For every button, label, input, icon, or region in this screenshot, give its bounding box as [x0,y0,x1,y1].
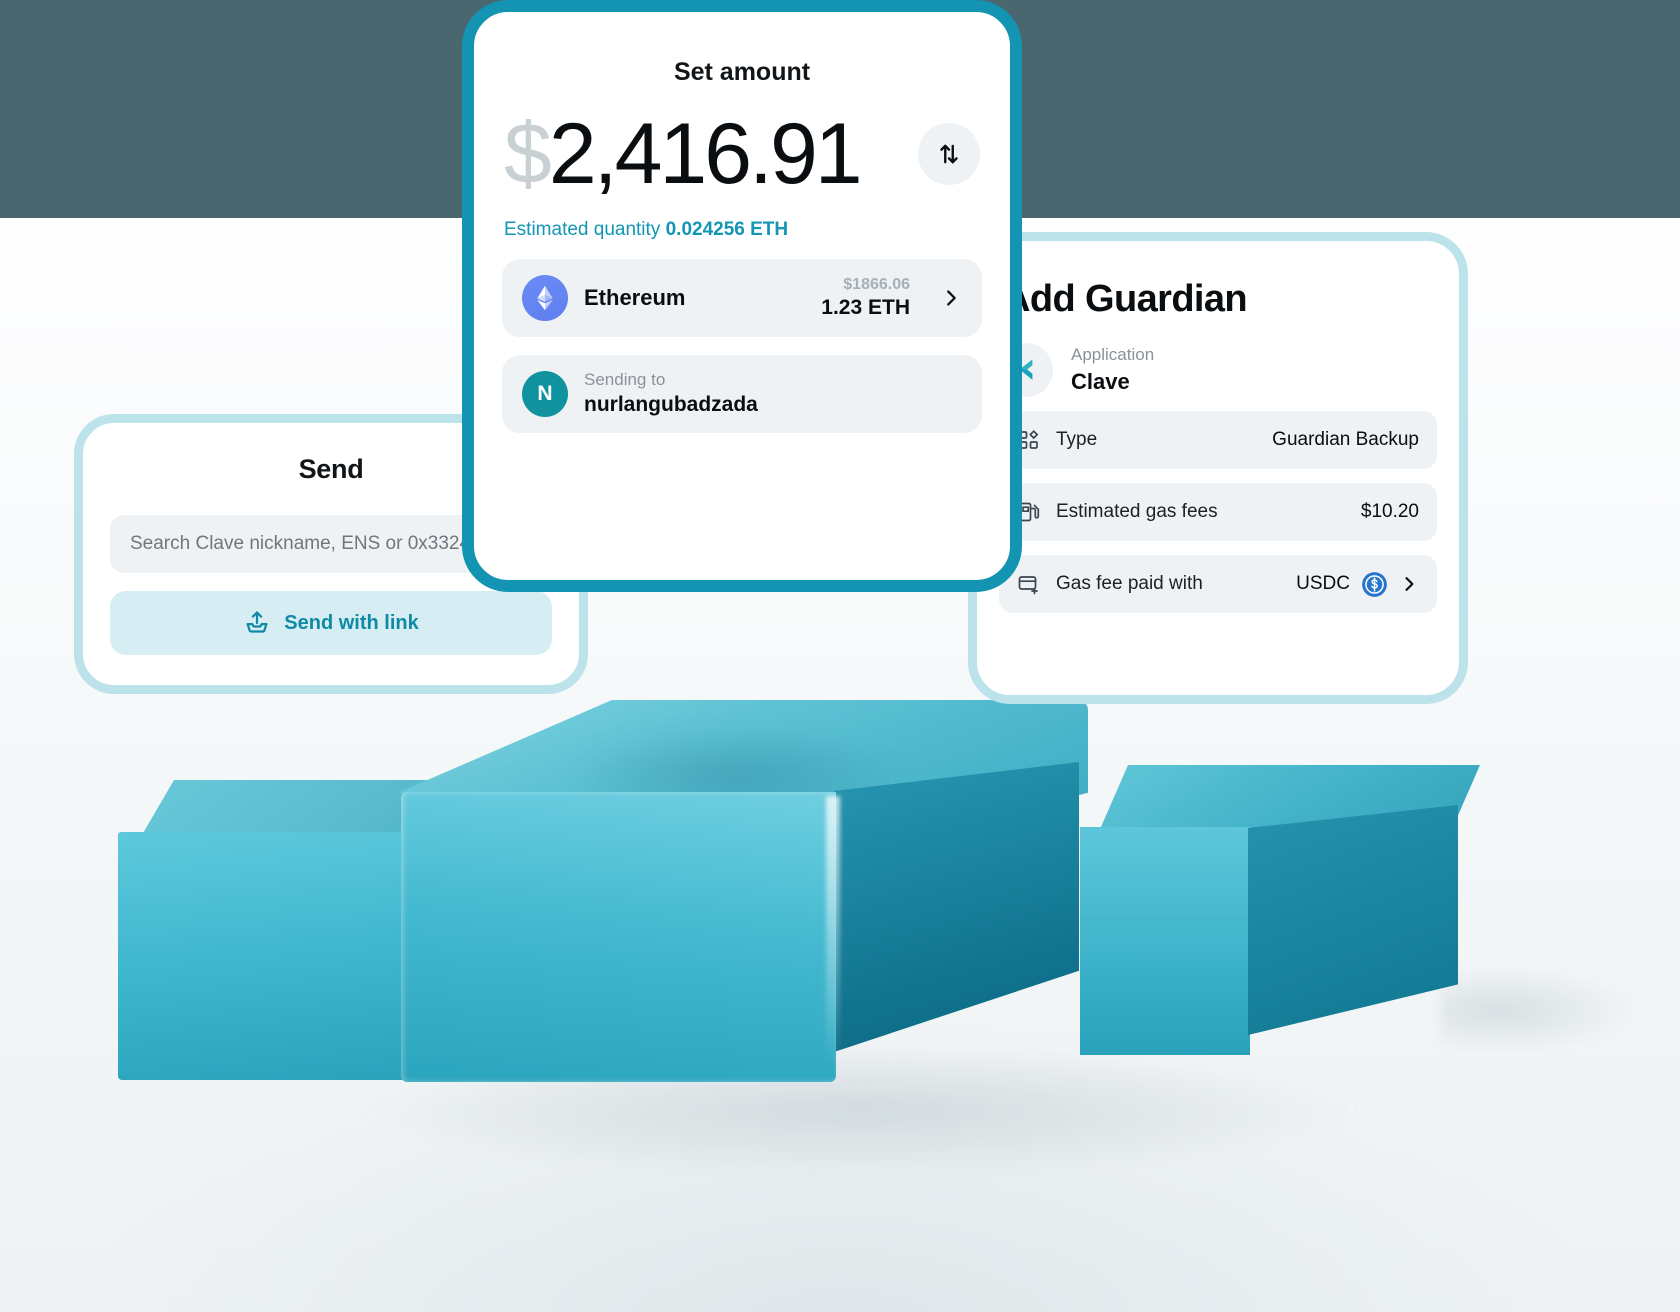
podium-right-shadow [1440,965,1640,1055]
guardian-row-gas-fees-label: Estimated gas fees [1056,501,1218,522]
podium-right-side [1248,805,1458,1035]
guardian-application-row: Application Clave [985,321,1451,397]
estimated-quantity-label: Estimated quantity [504,219,661,240]
podium-center-edge-highlight [826,796,840,1066]
guardian-row-gas-fees-value: $10.20 [1360,501,1419,522]
send-with-link-label: Send with link [284,611,419,634]
guardian-row-gas-paid-with[interactable]: Gas fee paid with USDC [999,555,1437,613]
token-usd-value: $1866.06 [843,275,910,293]
set-amount-card: Set amount $2,416.91 Estimated quantity … [482,20,1002,572]
estimated-quantity: Estimated quantity 0.024256 ETH [482,219,1002,241]
card-plus-icon [1017,572,1041,596]
guardian-row-type-label: Type [1056,429,1098,450]
usdc-coin-icon [1361,571,1388,598]
podium-right-front [1080,827,1250,1055]
guardian-row-type[interactable]: Type Guardian Backup [999,411,1437,469]
avatar: N [522,371,568,417]
podium-center-side [834,762,1079,1052]
scene: Send Search Clave nickname, ENS or 0x332… [0,0,1680,1312]
podium-block-right [1080,765,1640,1055]
add-guardian-card: Add Guardian Application Clave Type Guar… [985,248,1451,688]
guardian-row-gas-paid-with-value: USDC [1296,573,1350,594]
swap-currency-button[interactable] [918,123,980,185]
guardian-application-value: Clave [1071,368,1130,394]
recipient-info: Sending to nurlangubadzada [584,369,758,419]
token-values: $1866.06 1.23 ETH [821,275,910,321]
swap-vertical-arrows-icon [934,139,964,169]
podium-left-front [118,832,423,1080]
chevron-right-icon[interactable] [1399,574,1419,594]
guardian-row-gas-paid-with-label: Gas fee paid with [1056,573,1203,594]
set-amount-title: Set amount [673,58,811,86]
guardian-row-gas-paid-with-value-group: USDC [1296,571,1419,598]
token-balance: 1.23 ETH [821,295,910,319]
guardian-row-gas-fees[interactable]: Estimated gas fees $10.20 [999,483,1437,541]
guardian-row-type-value: Guardian Backup [1272,429,1419,450]
send-with-link-button[interactable]: Send with link [110,591,552,655]
recipient-row[interactable]: N Sending to nurlangubadzada [502,355,982,433]
estimated-quantity-value: 0.024256 ETH [665,219,789,240]
amount-value: 2,416.91 [548,106,863,202]
currency-symbol: $ [504,106,552,202]
amount-display[interactable]: $2,416.91 [504,111,863,197]
ethereum-icon [522,275,568,321]
amount-entry-row: $2,416.91 [482,111,1002,197]
guardian-card-title: Add Guardian [1003,278,1248,320]
token-name: Ethereum [584,285,686,310]
podium-block-center [398,700,1098,1100]
token-selector-row[interactable]: Ethereum $1866.06 1.23 ETH [502,259,982,337]
recipient-name: nurlangubadzada [584,392,758,416]
guardian-application-label: Application [1071,344,1155,364]
recipient-label: Sending to [584,369,666,389]
upload-tray-icon [243,609,271,637]
podium-center-front [401,792,836,1082]
chevron-right-icon[interactable] [940,287,962,309]
